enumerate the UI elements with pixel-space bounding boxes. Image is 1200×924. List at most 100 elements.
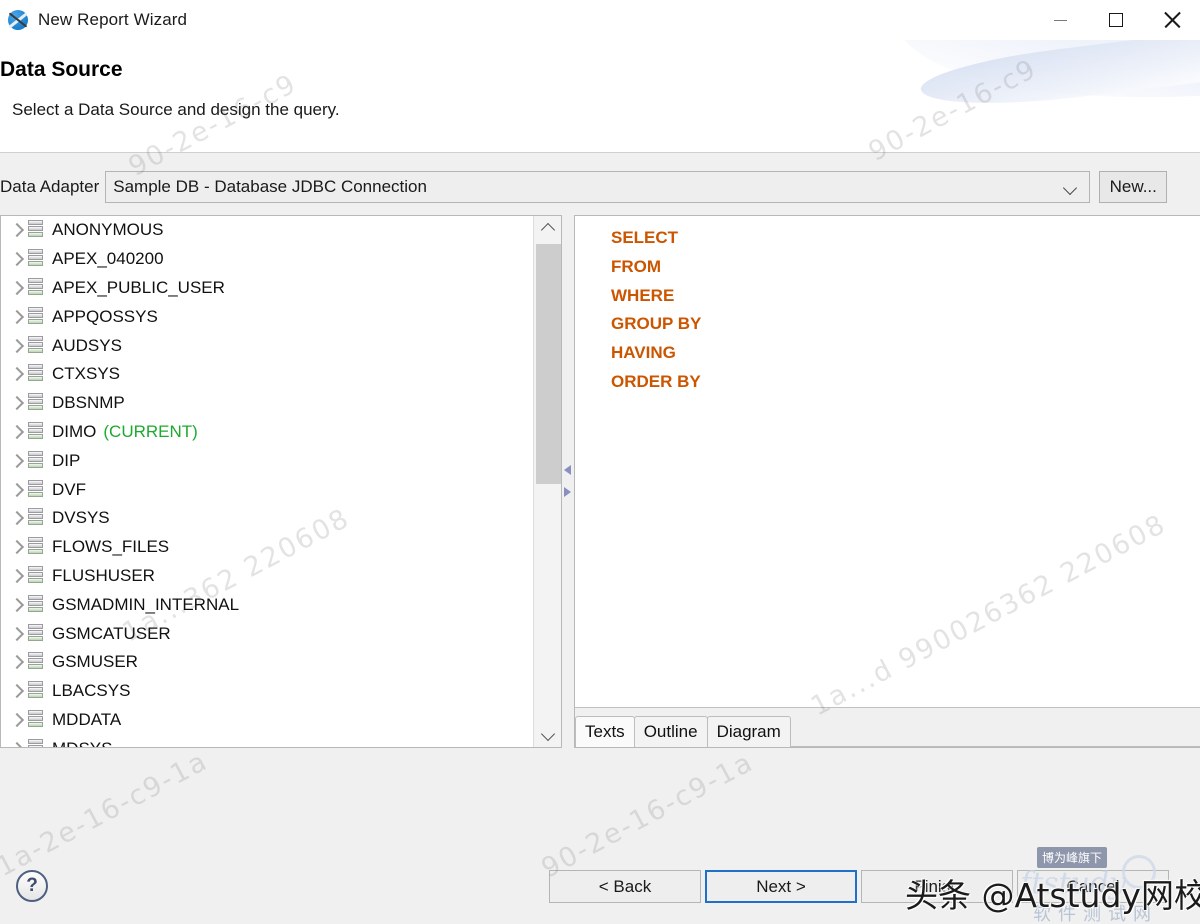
chevron-right-icon[interactable]: [7, 307, 27, 327]
tree-item-audsys[interactable]: AUDSYS: [1, 331, 533, 360]
database-schema-icon: [27, 335, 45, 357]
database-schema-icon: [27, 450, 45, 472]
tree-item-anonymous[interactable]: ANONYMOUS: [1, 216, 533, 245]
chevron-right-icon[interactable]: [7, 681, 27, 701]
database-schema-icon: [27, 738, 45, 747]
chevron-right-icon[interactable]: [7, 710, 27, 730]
sql-keyword-line: WHERE: [611, 285, 675, 305]
brand-logo-circle: [1122, 855, 1156, 889]
page-subtitle: Select a Data Source and design the quer…: [12, 100, 340, 119]
minimize-icon[interactable]: [1032, 0, 1088, 40]
chevron-right-icon[interactable]: [7, 422, 27, 442]
chevron-right-icon[interactable]: [7, 393, 27, 413]
tree-item-label: GSMCATUSER: [52, 623, 171, 643]
brand-logo-text: ftstudy: [1020, 866, 1127, 901]
tree-vertical-scrollbar[interactable]: [533, 216, 561, 747]
new-data-adapter-button[interactable]: New...: [1099, 171, 1168, 203]
chevron-right-icon[interactable]: [7, 537, 27, 557]
chevron-right-icon[interactable]: [7, 364, 27, 384]
chevron-right-icon[interactable]: [7, 336, 27, 356]
database-schema-icon: [27, 219, 45, 241]
chevron-right-icon[interactable]: [7, 480, 27, 500]
tree-item-flows_files[interactable]: FLOWS_FILES: [1, 533, 533, 562]
tree-item-label: AUDSYS: [52, 335, 122, 355]
tabstrip-filler: [789, 716, 1200, 747]
tree-item-ctxsys[interactable]: CTXSYS: [1, 360, 533, 389]
tree-item-dvsys[interactable]: DVSYS: [1, 504, 533, 533]
database-schema-icon: [27, 277, 45, 299]
wizard-header: Data Source Select a Data Source and des…: [0, 40, 1200, 153]
collapse-right-icon[interactable]: [563, 485, 573, 499]
tree-item-label: APEX_040200: [52, 249, 164, 269]
tree-item-label: CTXSYS: [52, 364, 121, 384]
scroll-up-icon[interactable]: [534, 216, 561, 241]
tab-texts[interactable]: Texts: [575, 716, 635, 747]
sql-keyword-line: FROM: [611, 256, 662, 276]
database-schema-icon: [27, 565, 45, 587]
chevron-right-icon[interactable]: [7, 739, 27, 747]
tree-item-dbsnmp[interactable]: DBSNMP: [1, 389, 533, 418]
chevron-down-icon: [1064, 181, 1077, 194]
tree-item-label: FLUSHUSER: [52, 565, 155, 585]
window-title: New Report Wizard: [38, 10, 188, 29]
tree-item-label: DVSYS: [52, 508, 110, 528]
tree-item-gsmadmin_internal[interactable]: GSMADMIN_INTERNAL: [1, 590, 533, 619]
sql-query-editor[interactable]: SELECT FROM WHERE GROUP BY HAVING ORDER BY: [575, 216, 1200, 707]
tree-item-label: DBSNMP: [52, 393, 125, 413]
chevron-right-icon[interactable]: [7, 652, 27, 672]
tree-item-lbacsys[interactable]: LBACSYS: [1, 677, 533, 706]
tree-item-mddata[interactable]: MDDATA: [1, 706, 533, 735]
back-button[interactable]: < Back: [549, 870, 701, 903]
tree-item-dvf[interactable]: DVF: [1, 475, 533, 504]
chevron-right-icon[interactable]: [7, 451, 27, 471]
database-schema-icon: [27, 651, 45, 673]
scrollbar-thumb[interactable]: [536, 244, 561, 484]
tree-item-label: APEX_PUBLIC_USER: [52, 277, 225, 297]
tree-item-gsmcatuser[interactable]: GSMCATUSER: [1, 619, 533, 648]
tree-item-label: APPQOSSYS: [52, 306, 158, 326]
chevron-right-icon[interactable]: [7, 508, 27, 528]
tree-item-label: FLOWS_FILES: [52, 537, 170, 557]
finish-button[interactable]: Finish: [861, 870, 1013, 903]
chevron-right-icon[interactable]: [7, 624, 27, 644]
maximize-icon[interactable]: [1088, 0, 1144, 40]
data-adapter-row: Data Adapter Sample DB - Database JDBC C…: [0, 170, 1200, 204]
chevron-right-icon[interactable]: [7, 278, 27, 298]
tree-item-label: DIMO: [52, 421, 97, 441]
tree-item-mdsys[interactable]: MDSYS: [1, 734, 533, 747]
brand-subtitle: 软件测试网: [1033, 904, 1158, 924]
sql-keyword-line: SELECT: [611, 228, 679, 247]
tree-item-flushuser[interactable]: FLUSHUSER: [1, 562, 533, 591]
data-adapter-select[interactable]: Sample DB - Database JDBC Connection: [105, 171, 1091, 203]
schema-tree[interactable]: ANONYMOUS APEX_040200 APEX_PUBLIC_USER APPQ…: [1, 216, 533, 747]
tree-item-label: DIP: [52, 450, 81, 470]
tree-item-current-badge: (CURRENT): [103, 421, 198, 441]
sql-keyword-line: HAVING: [611, 343, 676, 363]
chevron-right-icon[interactable]: [7, 249, 27, 269]
chevron-right-icon[interactable]: [7, 595, 27, 615]
tree-item-gsmuser[interactable]: GSMUSER: [1, 648, 533, 677]
pane-splitter[interactable]: [562, 215, 574, 748]
database-schema-icon: [27, 623, 45, 645]
tab-diagram[interactable]: Diagram: [706, 716, 791, 747]
scroll-down-icon[interactable]: [534, 722, 561, 747]
next-button[interactable]: Next >: [705, 870, 857, 903]
database-schema-icon: [27, 594, 45, 616]
chevron-right-icon[interactable]: [7, 220, 27, 240]
collapse-left-icon[interactable]: [563, 463, 573, 477]
help-icon[interactable]: ?: [16, 870, 48, 902]
data-adapter-label: Data Adapter: [0, 177, 100, 196]
tree-item-dip[interactable]: DIP: [1, 446, 533, 475]
tree-item-apex_public_user[interactable]: APEX_PUBLIC_USER: [1, 274, 533, 303]
tab-outline[interactable]: Outline: [633, 716, 708, 747]
close-icon[interactable]: [1144, 0, 1200, 40]
chevron-right-icon[interactable]: [7, 566, 27, 586]
database-schema-icon: [27, 363, 45, 385]
window-controls: [1032, 0, 1200, 40]
query-editor-panel: SELECT FROM WHERE GROUP BY HAVING ORDER BY Te…: [574, 215, 1200, 748]
tree-item-label: GSMADMIN_INTERNAL: [52, 594, 240, 614]
database-schema-icon: [27, 680, 45, 702]
tree-item-apex_040200[interactable]: APEX_040200: [1, 245, 533, 274]
tree-item-dimo[interactable]: DIMO (CURRENT): [1, 418, 533, 447]
tree-item-appqossys[interactable]: APPQOSSYS: [1, 302, 533, 331]
